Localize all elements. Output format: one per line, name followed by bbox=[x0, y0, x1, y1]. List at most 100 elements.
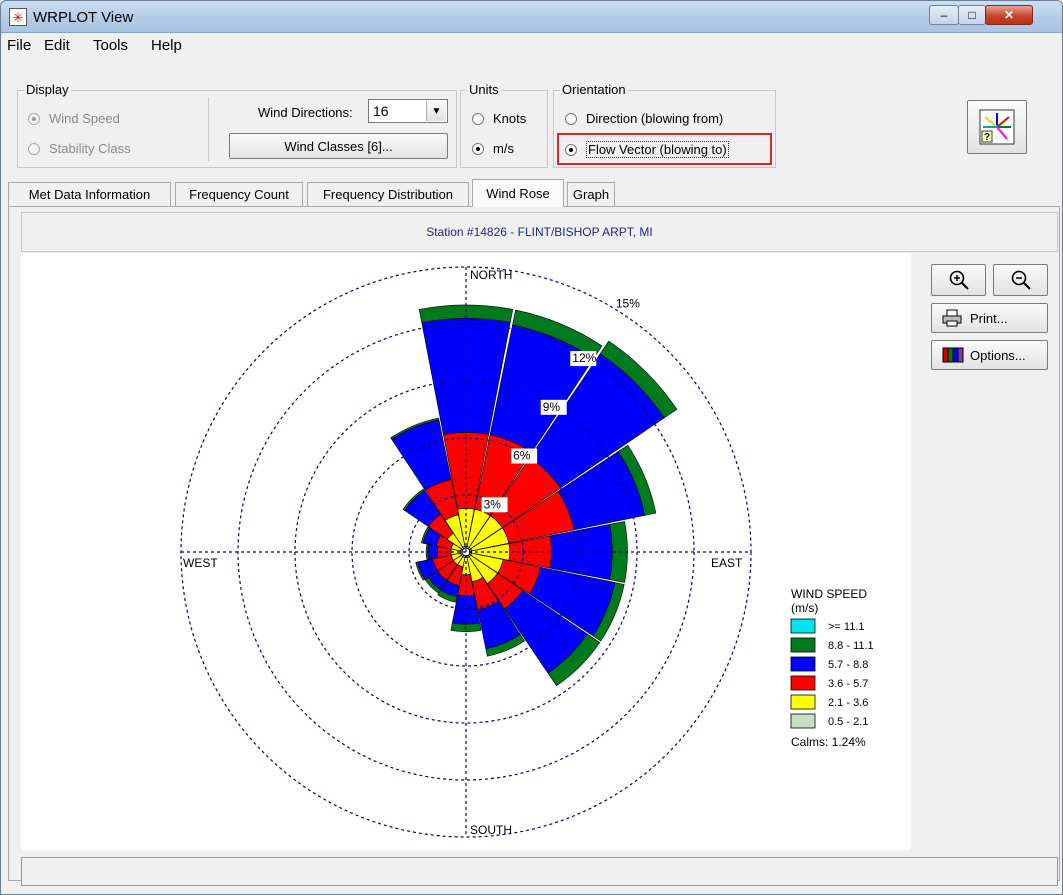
radio-dot bbox=[565, 112, 577, 125]
legend-swatch bbox=[790, 656, 816, 672]
radio-dot bbox=[28, 142, 40, 155]
legend-swatch bbox=[790, 637, 816, 653]
options-button[interactable]: Options... bbox=[931, 340, 1048, 370]
display-group-label: Display bbox=[24, 82, 71, 97]
tab-label: Wind Rose bbox=[486, 186, 550, 201]
menu-edit[interactable]: Edit bbox=[44, 37, 70, 54]
radio-direction-blowing-from[interactable]: Direction (blowing from) bbox=[565, 111, 723, 126]
wind-classes-button[interactable]: Wind Classes [6]... bbox=[229, 133, 448, 159]
options-icon bbox=[942, 347, 964, 363]
status-bar bbox=[21, 857, 1058, 886]
minimize-button[interactable]: – bbox=[929, 5, 959, 25]
menu-tools[interactable]: Tools bbox=[93, 37, 128, 54]
svg-text:?: ? bbox=[984, 132, 990, 143]
radio-wind-speed[interactable]: Wind Speed bbox=[28, 111, 120, 126]
print-button-label: Print... bbox=[970, 310, 1008, 326]
tab-label: Frequency Distribution bbox=[322, 187, 454, 202]
radio-label: Stability Class bbox=[49, 141, 131, 156]
radio-dot bbox=[472, 112, 484, 125]
tab-label: Met Data Information bbox=[28, 187, 151, 202]
radio-ms[interactable]: m/s bbox=[472, 141, 514, 156]
wind-classes-button-label: Wind Classes [6]... bbox=[284, 138, 393, 154]
chevron-down-icon[interactable]: ▼ bbox=[426, 101, 446, 121]
legend-label: 8.8 - 11.1 bbox=[828, 640, 874, 652]
ring-label: 15% bbox=[616, 296, 640, 310]
compass-label-east: EAST bbox=[711, 556, 743, 570]
tab-wind-rose[interactable]: Wind Rose bbox=[472, 179, 564, 207]
minimize-icon: – bbox=[940, 8, 948, 22]
legend-swatch bbox=[790, 675, 816, 691]
radio-dot bbox=[28, 112, 40, 125]
menu-help[interactable]: Help bbox=[151, 37, 182, 54]
tab-frequency-count[interactable]: Frequency Count bbox=[175, 182, 303, 206]
menu-file[interactable]: File bbox=[7, 37, 31, 54]
ring-label: 9% bbox=[543, 400, 561, 414]
zoom-in-button[interactable] bbox=[931, 264, 986, 296]
units-group: Units Knots m/s bbox=[460, 82, 548, 168]
window-title: WRPLOT View bbox=[33, 9, 134, 26]
close-icon: ✕ bbox=[1003, 8, 1015, 22]
maximize-icon: □ bbox=[968, 8, 976, 22]
options-button-label: Options... bbox=[970, 347, 1026, 363]
radio-label: Knots bbox=[493, 111, 527, 126]
wind-rose-chart: NORTH SOUTH EAST WEST 3% 6% 9% 12% 15% WIND SPEE… bbox=[180, 266, 874, 838]
zoom-out-button[interactable] bbox=[993, 264, 1048, 296]
side-panel: Print... Options... bbox=[911, 253, 1058, 850]
wind-rose-petals bbox=[390, 304, 678, 687]
menu-bar: File Edit Tools Help bbox=[1, 34, 1062, 54]
tab-met-data-information[interactable]: Met Data Information bbox=[8, 182, 171, 206]
tab-label: Graph bbox=[572, 187, 610, 202]
wind-speed-legend: WIND SPEED(m/s) >= 11.1 8.8 - 11.1 5.7 - 8.… bbox=[790, 587, 874, 749]
orientation-group-label: Orientation bbox=[560, 82, 628, 97]
legend-label: >= 11.1 bbox=[828, 621, 865, 633]
compass-label-north: NORTH bbox=[470, 268, 512, 282]
legend-units: (m/s) bbox=[791, 601, 818, 615]
wind-directions-label: Wind Directions: bbox=[258, 105, 353, 120]
compass-label-west: WEST bbox=[183, 556, 218, 570]
tab-frequency-distribution[interactable]: Frequency Distribution bbox=[307, 182, 469, 206]
divider bbox=[208, 97, 209, 161]
help-wizard-button[interactable]: ? bbox=[967, 100, 1027, 154]
legend-label: 5.7 - 8.8 bbox=[828, 659, 868, 671]
legend-label: 3.6 - 5.7 bbox=[828, 678, 868, 690]
printer-icon bbox=[942, 309, 962, 327]
legend-swatch bbox=[790, 618, 816, 634]
maximize-button[interactable]: □ bbox=[958, 5, 986, 25]
radio-label: Direction (blowing from) bbox=[586, 111, 724, 126]
wind-rose-plot: NORTH SOUTH EAST WEST 3% 6% 9% 12% 15% WIND SPEE… bbox=[21, 253, 911, 850]
compass-label-south: SOUTH bbox=[470, 823, 512, 837]
display-group: Display Wind Speed Stability Class Wind … bbox=[17, 82, 457, 168]
ring-label: 6% bbox=[513, 449, 531, 463]
radio-stability-class[interactable]: Stability Class bbox=[28, 141, 131, 156]
zoom-out-icon bbox=[1011, 270, 1031, 290]
tab-label: Frequency Count bbox=[189, 187, 289, 202]
tab-graph[interactable]: Graph bbox=[567, 182, 615, 206]
zoom-in-icon bbox=[949, 270, 969, 290]
radio-label: Wind Speed bbox=[49, 111, 120, 126]
app-icon[interactable]: ✳ bbox=[9, 8, 27, 26]
legend-swatch bbox=[790, 694, 816, 710]
wind-rose-help-icon: ? bbox=[979, 109, 1015, 145]
units-group-label: Units bbox=[467, 82, 501, 97]
petal-segment-E bbox=[609, 521, 628, 583]
legend-swatch bbox=[790, 713, 816, 729]
title-bar: ✳ WRPLOT View – □ ✕ bbox=[1, 1, 1062, 33]
ring-label: 3% bbox=[484, 497, 502, 511]
radio-knots[interactable]: Knots bbox=[472, 111, 526, 126]
legend-title: WIND SPEED bbox=[791, 587, 867, 601]
petal-segment-NNW bbox=[391, 419, 452, 491]
compass-axes bbox=[181, 267, 751, 837]
print-button[interactable]: Print... bbox=[931, 303, 1048, 333]
legend-label: 2.1 - 3.6 bbox=[828, 697, 868, 709]
wind-directions-select[interactable]: 16 ▼ bbox=[368, 99, 448, 123]
ring-label: 12% bbox=[572, 351, 596, 365]
radio-label: m/s bbox=[493, 141, 514, 156]
legend-label: 0.5 - 2.1 bbox=[828, 716, 868, 728]
station-title: Station #14826 - FLINT/BISHOP ARPT, MI bbox=[21, 212, 1058, 252]
close-button[interactable]: ✕ bbox=[985, 5, 1033, 25]
radio-dot bbox=[472, 142, 484, 155]
highlight-box bbox=[557, 133, 772, 165]
toolbar: Display Wind Speed Stability Class Wind … bbox=[1, 55, 1062, 175]
wind-directions-value: 16 bbox=[373, 103, 389, 119]
app-window: ✳ WRPLOT View – □ ✕ File Edit Tools Help… bbox=[0, 0, 1063, 895]
